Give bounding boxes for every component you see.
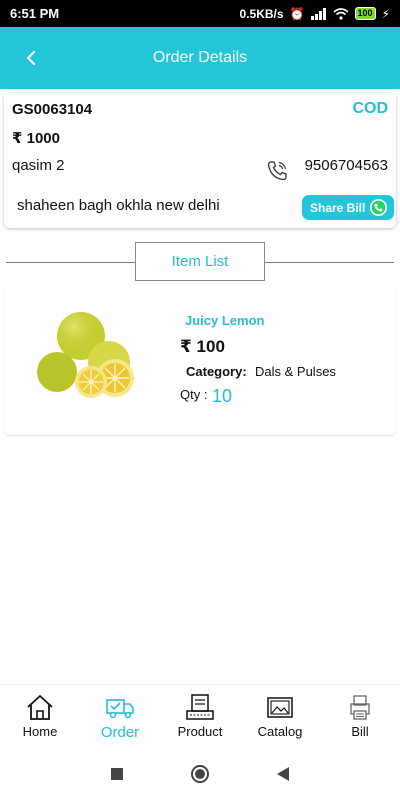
status-time: 6:51 PM: [10, 6, 60, 21]
app-bar: Order Details: [0, 27, 400, 89]
nav-order[interactable]: Order: [80, 685, 160, 748]
item-category: Dals & Pulses: [255, 364, 336, 379]
customer-name: qasim 2: [12, 157, 65, 174]
product-image-lemon: [37, 312, 134, 398]
wifi-icon: [333, 7, 349, 20]
list-item[interactable]: Juicy Lemon ₹ 100 Category: Dals & Pulse…: [5, 290, 395, 435]
back-icon[interactable]: [277, 767, 289, 781]
item-list-header: Item List: [135, 242, 265, 281]
alarm-icon: ⏰: [289, 6, 305, 21]
order-amount: ₹ 1000: [12, 130, 60, 147]
item-qty: 10: [212, 386, 233, 406]
nav-product[interactable]: Product: [160, 685, 240, 748]
nav-product-label: Product: [177, 724, 223, 739]
nav-home-label: Home: [22, 724, 58, 739]
customer-phone[interactable]: 9506704563: [305, 157, 388, 174]
page-title: Order Details: [152, 49, 248, 66]
share-bill-label: Share Bill: [310, 200, 366, 215]
nav-bill-label: Bill: [351, 724, 369, 739]
order-summary-card: GS0063104 COD ₹ 1000 qasim 2 9506704563 …: [4, 93, 396, 228]
item-price: ₹ 100: [180, 337, 225, 356]
nav-bill[interactable]: Bill: [320, 685, 400, 748]
bottom-nav: Home Order Product Catalog Bill: [0, 684, 400, 748]
payment-mode: COD: [352, 100, 388, 117]
whatsapp-icon: [369, 198, 388, 217]
signal-icon: [310, 7, 326, 20]
catalog-icon: [267, 697, 293, 718]
divider-left: [6, 262, 135, 263]
nav-catalog-label: Catalog: [257, 724, 303, 739]
back-arrow-icon[interactable]: [20, 45, 42, 71]
item-name: Juicy Lemon: [185, 313, 265, 328]
phone-call-icon[interactable]: [265, 159, 289, 183]
home-icon: [27, 695, 53, 720]
product-icon: [186, 694, 214, 720]
recents-icon[interactable]: [111, 768, 123, 780]
share-bill-button[interactable]: Share Bill: [302, 195, 394, 220]
status-bar: 6:51 PM 0.5KB/s ⏰ 100 ⚡: [0, 0, 400, 27]
nav-order-label: Order: [100, 724, 140, 741]
order-id: GS0063104: [12, 101, 93, 118]
home-button-icon[interactable]: [191, 765, 209, 783]
battery-icon: 100: [354, 7, 376, 20]
divider-right: [265, 262, 394, 263]
net-speed: 0.5KB/s: [239, 6, 284, 21]
customer-address: shaheen bagh okhla new delhi: [17, 197, 220, 214]
nav-home[interactable]: Home: [0, 685, 80, 748]
item-category-label: Category:: [186, 364, 247, 379]
system-nav-bar: [0, 748, 400, 800]
item-qty-label: Qty :: [180, 387, 208, 402]
charging-icon: ⚡: [381, 6, 390, 21]
status-icons: 0.5KB/s ⏰ 100 ⚡: [240, 7, 390, 21]
nav-catalog[interactable]: Catalog: [240, 685, 320, 748]
bill-printer-icon: [350, 695, 370, 720]
item-list-label: Item List: [171, 253, 229, 270]
delivery-truck-icon: [106, 699, 134, 719]
